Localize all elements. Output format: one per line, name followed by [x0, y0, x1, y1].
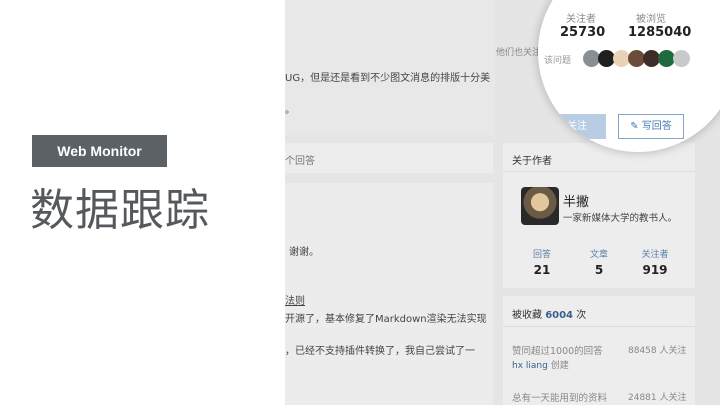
author-stat-answers-value[interactable]: 21 [522, 263, 562, 277]
magnified-stats-popup: 关注者 25730 被浏览 1285040 该问题 在关注 ✎ 写回答 [538, 0, 720, 152]
collection-creator-suffix: 创建 [550, 361, 569, 371]
author-stat-articles-value[interactable]: 5 [579, 263, 619, 277]
collection-item-title[interactable]: 赞同超过1000的回答 [512, 343, 603, 357]
question-panel [285, 0, 495, 135]
collection-item-author: hx liang 创建 [512, 358, 569, 371]
collection-creator-link[interactable]: hx liang [512, 361, 548, 371]
author-stat-answers-label[interactable]: 回答 [522, 247, 562, 260]
slide-title: 数据跟踪 [30, 185, 210, 236]
followers-label: 关注者 [566, 14, 596, 25]
answers-count-tab[interactable]: 个回答 [285, 152, 315, 167]
views-value: 1285040 [628, 25, 692, 40]
pencil-icon: ✎ [630, 121, 639, 132]
follow-question-button[interactable]: 在关注 [538, 114, 606, 139]
question-text-line2: 。 [285, 105, 295, 116]
answer-line1: 谢谢。 [289, 247, 319, 258]
write-answer-label: 写回答 [641, 121, 672, 132]
asked-label: 该问题 [544, 56, 572, 66]
author-avatar[interactable] [521, 187, 559, 225]
follow-button-prefix: 在 [557, 121, 567, 132]
collections-header-suffix: 次 [576, 310, 587, 321]
followers-value: 25730 [560, 25, 606, 40]
author-name[interactable]: 半撇 [563, 191, 589, 210]
author-card-header: 关于作者 [512, 156, 552, 167]
slide-left-pane: Web Monitor 数据跟踪 [0, 0, 285, 405]
answer-line4: ，已经不支持插件转换了，我自己尝试了一 [285, 346, 475, 357]
divider [503, 171, 695, 172]
they-follow-link[interactable]: 他们也关注 [496, 45, 541, 58]
views-label: 被浏览 [636, 14, 666, 25]
author-stat-articles-label[interactable]: 文章 [579, 247, 619, 260]
answer-line3: 开源了，基本修复了Markdown渲染无法实现 [285, 314, 487, 325]
author-stat-followers-value[interactable]: 919 [635, 263, 675, 277]
collections-count[interactable]: 6004 [545, 310, 573, 321]
question-text-line1: UG，但是还是看到不少图文消息的排版十分美 [285, 73, 491, 84]
divider [503, 326, 695, 327]
collection-item-meta: 88458 人关注 [628, 346, 687, 356]
follower-avatar[interactable] [673, 50, 690, 67]
collection-item-meta: 24881 人关注 [628, 393, 687, 403]
collections-header-prefix: 被收藏 [512, 310, 542, 321]
answer-panel [285, 183, 493, 405]
write-answer-button[interactable]: ✎ 写回答 [618, 114, 684, 139]
follow-button-label: 关注 [567, 121, 587, 132]
web-monitor-tag: Web Monitor [32, 135, 167, 167]
answer-line2: 法则 [285, 296, 305, 307]
author-bio: 一家新媒体大学的教书人。 [563, 213, 678, 224]
collection-item-title[interactable]: 总有一天能用到的资料 [512, 390, 607, 404]
answers-tab-bar [285, 143, 493, 173]
collections-header: 被收藏 6004 次 [512, 306, 586, 321]
author-stat-followers-label[interactable]: 关注者 [635, 247, 675, 260]
